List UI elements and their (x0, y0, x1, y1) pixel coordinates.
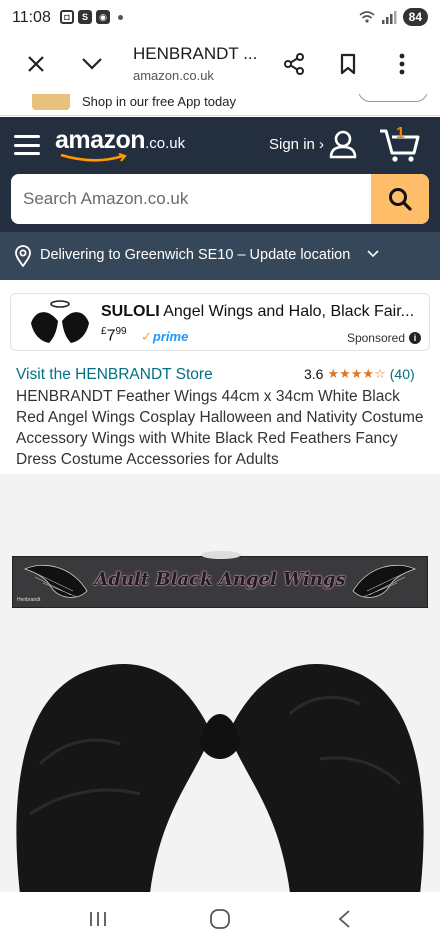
cart-count-badge: 1 (396, 125, 405, 142)
sponsored-label[interactable]: Sponsored i (347, 331, 421, 345)
close-tab-button[interactable] (20, 48, 52, 80)
search-icon (389, 188, 412, 211)
rating-summary[interactable]: 3.6 ★★★★☆ (40) (304, 366, 415, 382)
close-icon (28, 56, 44, 72)
status-system-icons: 84 (359, 8, 428, 26)
sponsored-product-card[interactable]: SULOLI Angel Wings and Halo, Black Fair.… (10, 293, 430, 351)
account-button[interactable] (328, 129, 358, 164)
status-bar: 11:08 ◘ S ◉ 84 (0, 0, 440, 36)
signal-icon (381, 11, 397, 24)
vpn-icon: ◉ (96, 10, 110, 24)
amazon-header: amazon.co.uk Sign in › 1 (0, 117, 440, 232)
packaging-brand-tag: Henbrandt (17, 597, 41, 603)
star-rating-icon: ★★★★☆ (327, 366, 386, 381)
status-notification-icons: ◘ S ◉ (60, 10, 123, 24)
sponsored-brand: SULOLI (101, 303, 160, 320)
sponsored-price: £799 (101, 326, 127, 345)
search-bar (11, 174, 429, 224)
app-promo-text: Shop in our free App today (82, 94, 236, 109)
user-icon (329, 130, 357, 159)
logo-word: amazon (55, 126, 146, 154)
more-options-button[interactable] (386, 48, 418, 80)
status-time: 11:08 (12, 9, 51, 26)
logo-smile-icon (60, 153, 127, 162)
prime-badge: ✓prime (141, 329, 188, 345)
share-icon (284, 53, 304, 75)
store-link[interactable]: Visit the HENBRANDT Store (16, 366, 213, 384)
black-feather-wings-image (16, 664, 424, 892)
price-fraction: 99 (115, 326, 127, 337)
share-button[interactable] (278, 48, 310, 80)
recent-apps-button[interactable] (86, 907, 110, 931)
browser-url[interactable]: amazon.co.uk (133, 68, 214, 83)
sponsored-product-thumbnail (31, 300, 89, 343)
s-app-icon: S (78, 10, 92, 24)
chevron-down-icon (367, 250, 379, 258)
more-vertical-icon (399, 53, 405, 75)
app-logo-icon (32, 94, 70, 110)
sign-in-link[interactable]: Sign in › (269, 136, 324, 153)
minimize-button[interactable] (76, 48, 108, 80)
location-pin-icon (15, 245, 31, 267)
wifi-icon (359, 11, 375, 23)
halo-hanger-icon (201, 551, 241, 559)
product-title: HENBRANDT Feather Wings 44cm x 34cm Whit… (16, 388, 424, 468)
sponsored-title-text: Angel Wings and Halo, Black Fair... (163, 303, 415, 320)
back-button[interactable] (332, 907, 356, 931)
bookmark-button[interactable] (332, 48, 364, 80)
info-icon: i (409, 332, 421, 344)
menu-icon[interactable] (14, 135, 40, 155)
browser-toolbar: HENBRANDT ... amazon.co.uk (0, 36, 440, 94)
home-icon (210, 909, 230, 929)
product-image[interactable]: Adult Black Angel Wings Henbrandt (0, 474, 440, 892)
review-count[interactable]: (40) (390, 366, 415, 382)
browser-page-title: HENBRANDT ... (133, 44, 258, 63)
battery-indicator: 84 (402, 8, 428, 26)
rating-value: 3.6 (304, 366, 324, 382)
sponsored-title[interactable]: SULOLI Angel Wings and Halo, Black Fair.… (101, 303, 421, 321)
recent-apps-icon (90, 912, 106, 926)
packaging-title: Adult Black Angel Wings (94, 569, 346, 590)
app-promo-banner[interactable]: Shop in our free App today (0, 94, 440, 116)
dot-icon (118, 14, 123, 20)
app-open-button[interactable] (358, 94, 428, 102)
chevron-down-icon (82, 58, 102, 70)
delivery-location-bar[interactable]: Delivering to Greenwich SE10 – Update lo… (0, 232, 440, 280)
screenshot-icon: ◘ (60, 10, 74, 24)
search-input[interactable] (11, 174, 371, 224)
bookmark-icon (340, 53, 356, 75)
home-button[interactable] (208, 907, 232, 931)
search-button[interactable] (371, 174, 429, 224)
sponsored-label-text: Sponsored (346, 331, 405, 345)
packaging-header-card: Adult Black Angel Wings Henbrandt (12, 551, 428, 608)
prime-check-icon: ✓ (141, 329, 152, 344)
back-icon (338, 910, 350, 928)
amazon-logo[interactable]: amazon.co.uk (55, 126, 186, 162)
delivery-text: Delivering to Greenwich SE10 – Update lo… (40, 247, 351, 263)
logo-suffix: .co.uk (145, 135, 186, 152)
prime-label: prime (152, 329, 189, 344)
system-navigation-bar (0, 892, 440, 945)
